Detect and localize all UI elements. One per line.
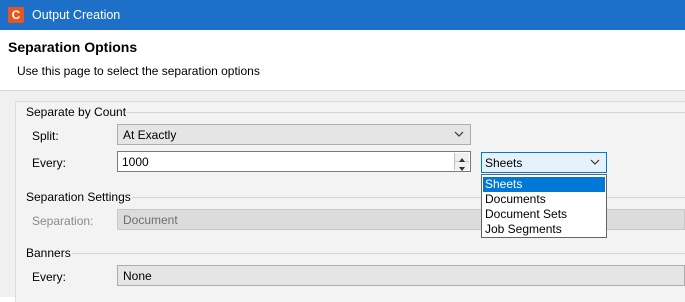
chevron-down-icon [590,159,600,165]
every-count-input[interactable]: 1000 [117,151,471,172]
separation-label: Separation: [32,214,94,228]
group-separator [72,253,685,254]
page-header: Separation Options Use this page to sele… [0,30,685,91]
banner-every-label: Every: [32,270,67,284]
window-title: Output Creation [32,8,121,22]
split-dropdown[interactable]: At Exactly [117,124,471,145]
split-value: At Exactly [123,128,177,142]
split-label: Split: [32,129,59,143]
group-title-separate-by-count: Separate by Count [26,105,127,119]
app-icon: C [8,7,24,23]
unit-dropdown[interactable]: Sheets [481,152,607,173]
spin-up-button[interactable] [455,153,469,162]
every-label: Every: [32,156,67,170]
unit-value: Sheets [485,156,523,170]
dropdown-option-sheets[interactable]: Sheets [483,177,605,192]
group-separator [607,197,685,198]
dropdown-option-job-segments[interactable]: Job Segments [483,222,605,237]
separation-value: Document [123,213,178,227]
caret-down-icon [459,167,465,171]
unit-dropdown-list: Sheets Documents Document Sets Job Segme… [481,174,607,238]
spin-down-button[interactable] [455,162,469,171]
group-title-banners: Banners [26,246,71,260]
every-count-value: 1000 [122,155,149,169]
page-title: Separation Options [8,39,138,55]
dropdown-option-documents[interactable]: Documents [483,192,605,207]
banner-every-value: None [123,269,152,283]
title-bar: C Output Creation [0,0,685,30]
group-title-separation-settings: Separation Settings [26,190,131,204]
dropdown-option-document-sets[interactable]: Document Sets [483,207,605,222]
banner-every-dropdown[interactable]: None [117,265,685,286]
chevron-down-icon [454,131,464,137]
group-separator [132,197,481,198]
count-spinner[interactable] [454,153,469,171]
page-description: Use this page to select the separation o… [17,64,260,78]
group-separator [126,112,685,113]
